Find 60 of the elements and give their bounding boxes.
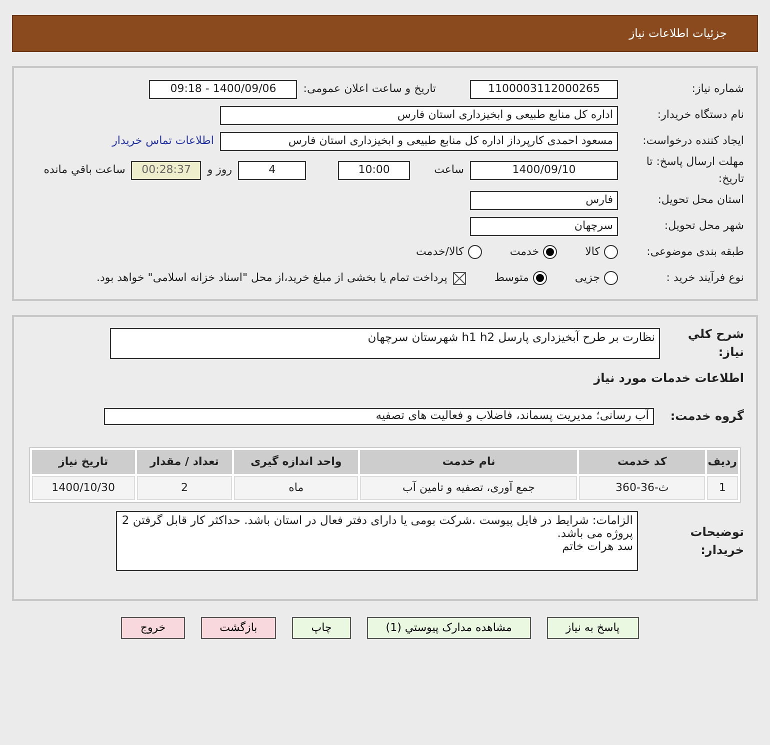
option-label: متوسط [494, 270, 529, 286]
field-label: شرح کلي نیاز: [686, 326, 744, 361]
table-cell: جمع آوری، تصفیه و تامین آب [360, 476, 578, 500]
field-value: 1400/09/06 - 09:18 [149, 80, 298, 98]
field-label: مهلت ارسال پاسخ: تا تاریخ: [645, 154, 744, 187]
action-button[interactable]: خروج [121, 617, 185, 639]
option-label: خدمت [510, 244, 540, 260]
field-label: شهر محل تحویل: [663, 218, 744, 234]
column-header: نام خدمت [360, 450, 578, 474]
field-value: نظارت بر طرح آبخیزداری پارسل h1 h2 شهرستان سرچهان [110, 328, 660, 358]
field-label: ساعت [434, 162, 464, 178]
field-label: نوع فرآیند خرید : [665, 270, 744, 286]
section-heading: اطلاعات خدمات مورد نیاز [592, 370, 744, 387]
column-header: ردیف [706, 450, 738, 474]
field-label: شماره نیاز: [690, 80, 744, 97]
field-value: 10:00 [338, 161, 410, 180]
field-value: اداره کل منابع طبیعی و ابخیزداری استان فارس [220, 106, 618, 124]
radio-button[interactable] [604, 245, 618, 259]
field-value: سرچهان [470, 216, 618, 236]
option-label: کالا [585, 244, 600, 260]
field-label: توضیحات خریدار: [689, 524, 744, 559]
table-cell: 1400/10/30 [32, 476, 135, 500]
table-cell: ث-36-360 [579, 476, 705, 500]
field-label: نام دستگاه خریدار: [656, 106, 744, 123]
column-header: کد خدمت [579, 450, 705, 474]
contact-link[interactable]: اطلاعات تماس خریدار [112, 132, 214, 150]
field-value: آب رسانی؛ مدیریت پسماند، فاضلاب و فعالیت های تصفیه [104, 408, 654, 424]
action-button[interactable]: مشاهده مدارک پیوستي (1) [366, 617, 531, 639]
field-value: 1400/09/10 [470, 161, 618, 180]
option-label: پرداخت تمام یا بخشی از مبلغ خرید،از محل "اسناد خزانه اسلامی" خواهد بود. [96, 270, 448, 286]
field-label: ایجاد کننده درخواست: [642, 132, 744, 149]
field-label: طبقه بندی موضوعی: [646, 244, 744, 260]
action-button[interactable]: پاسخ به نیاز [546, 617, 639, 639]
option-label: جزیی [574, 270, 600, 286]
notes-text: الزامات: شرایط در فایل پیوست .شرکت بومی یا دارای دفتر فعال در استان باشد. حداکثر کار قابل گرفتن 2 پروژه می باشد. سد هرات خاتم [116, 511, 638, 571]
field-label: گروه خدمت: [669, 408, 744, 425]
table-cell: ماه [234, 476, 358, 500]
field-label: استان محل تحویل: [656, 192, 744, 208]
checkbox[interactable] [453, 272, 466, 284]
field-value: مسعود احمدی کارپرداز اداره کل منابع طبیعی و ابخیزداری استان فارس [220, 132, 618, 150]
table-cell: 2 [136, 476, 232, 500]
field-label: تاریخ و ساعت اعلان عمومی: [303, 80, 436, 97]
field-label: ساعت باقي مانده [44, 162, 126, 178]
table-cell: 1 [706, 476, 738, 500]
field-value: 4 [238, 161, 306, 180]
column-header: واحد اندازه گیری [234, 450, 358, 474]
field-value: 1100003112000265 [470, 80, 618, 98]
action-button[interactable]: چاپ [292, 617, 351, 639]
action-button[interactable]: بازگشت [200, 617, 276, 639]
column-header: تعداد / مقدار [136, 450, 232, 474]
radio-button[interactable] [532, 271, 547, 285]
radio-button[interactable] [604, 271, 618, 285]
radio-button[interactable] [468, 245, 482, 259]
page-title: جزئیات اطلاعات نیاز [629, 24, 727, 42]
option-label: کالا/خدمت [416, 244, 464, 260]
radio-button[interactable] [543, 245, 558, 259]
field-value: 00:28:37 [131, 161, 202, 180]
field-label: روز و [207, 162, 232, 178]
field-value: فارس [470, 190, 618, 210]
column-header: تاریخ نیاز [32, 450, 135, 474]
